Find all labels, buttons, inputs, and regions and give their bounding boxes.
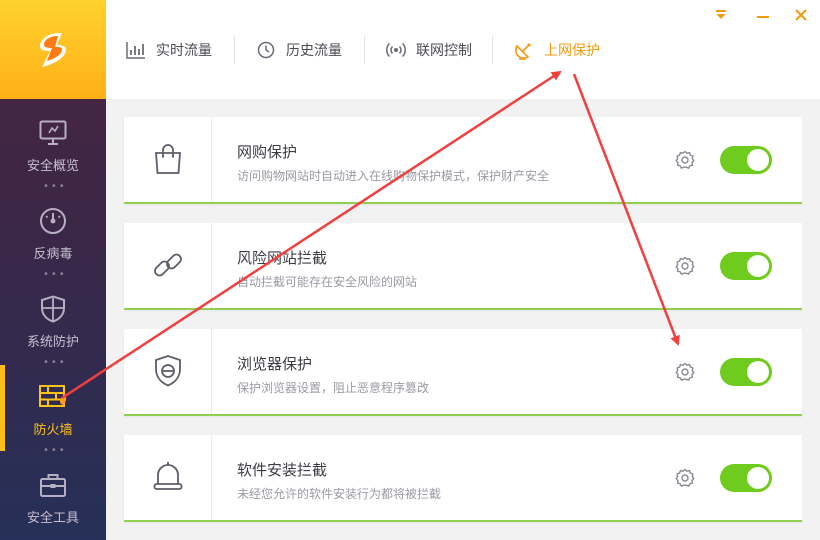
tab-divider <box>492 36 493 64</box>
card-description: 自动拦截可能存在安全风险的网站 <box>237 275 418 289</box>
close-button[interactable] <box>792 6 810 24</box>
sidebar-item-overview[interactable]: 安全概览 <box>0 101 106 185</box>
card-title: 软件安装拦截 <box>237 461 328 479</box>
settings-gear-button[interactable] <box>674 255 696 277</box>
card-divider <box>211 223 212 308</box>
sidebar: 安全概览 ••• 反病毒 ••• 系统防护 ••• 防火墙 ••• 安全工具 <box>0 0 106 540</box>
enable-toggle[interactable] <box>720 252 772 280</box>
toggle-knob <box>747 255 769 277</box>
toolbox-icon <box>37 469 69 501</box>
top-tab-bar: 实时流量 历史流量 联网控制 上网保护 <box>106 0 820 99</box>
sidebar-item-label: 安全工具 <box>26 511 79 526</box>
sidebar-item-firewall[interactable]: 防火墙 <box>0 365 106 451</box>
tab-internet-protection[interactable]: 上网保护 <box>514 38 600 62</box>
tab-label: 联网控制 <box>416 43 472 59</box>
gear-icon <box>675 468 695 487</box>
tab-label: 上网保护 <box>544 43 600 59</box>
card-divider <box>211 117 212 202</box>
card-title: 网购保护 <box>237 143 298 161</box>
tab-divider <box>364 36 365 64</box>
enable-toggle[interactable] <box>720 146 772 174</box>
toggle-knob <box>747 149 769 171</box>
settings-gear-button[interactable] <box>674 149 696 171</box>
sidebar-item-label: 安全概览 <box>26 159 79 174</box>
sidebar-item-antivirus[interactable]: 反病毒 <box>0 189 106 273</box>
chevron-down-icon <box>716 10 726 19</box>
card-description: 保护浏览器设置，阻止恶意程序篡改 <box>237 381 430 395</box>
enable-toggle[interactable] <box>720 358 772 386</box>
close-icon <box>795 9 807 21</box>
card-risky-site-blocking: 风险网站拦截 自动拦截可能存在安全风险的网站 <box>124 223 802 310</box>
gear-icon <box>675 150 695 169</box>
sidebar-item-tools[interactable]: 安全工具 <box>0 453 106 537</box>
minimize-icon <box>757 16 769 18</box>
minimize-button[interactable] <box>754 6 772 24</box>
browser-shield-icon <box>148 351 188 391</box>
gear-icon <box>675 362 695 381</box>
firewall-icon <box>37 381 69 413</box>
card-title: 风险网站拦截 <box>237 249 328 267</box>
bar-chart-icon <box>126 40 146 60</box>
gear-icon <box>675 256 695 275</box>
menu-dropdown-button[interactable] <box>712 6 730 24</box>
enable-toggle[interactable] <box>720 464 772 492</box>
sidebar-item-label: 防火墙 <box>33 423 73 438</box>
card-browser-protection: 浏览器保护 保护浏览器设置，阻止恶意程序篡改 <box>124 329 802 416</box>
tab-network-control[interactable]: 联网控制 <box>386 38 472 62</box>
card-software-install-blocking: 软件安装拦截 未经您允许的软件安装行为都将被拦截 <box>124 435 802 522</box>
clock-icon <box>256 40 276 60</box>
shield-icon <box>37 293 69 325</box>
card-online-shopping-protection: 网购保护 访问购物网站时自动进入在线购物保护模式，保护财产安全 <box>124 117 802 204</box>
logo-icon <box>39 32 67 67</box>
card-description: 访问购物网站时自动进入在线购物保护模式，保护财产安全 <box>237 169 550 183</box>
settings-gear-button[interactable] <box>674 361 696 383</box>
settings-gear-button[interactable] <box>674 467 696 489</box>
toggle-knob <box>747 467 769 489</box>
tab-divider <box>234 36 235 64</box>
card-divider <box>211 435 212 520</box>
sidebar-item-label: 反病毒 <box>33 247 73 262</box>
satellite-dish-icon <box>514 40 534 60</box>
tab-label: 历史流量 <box>286 43 342 59</box>
card-divider <box>211 329 212 414</box>
gauge-icon <box>37 205 69 237</box>
app-logo <box>0 0 106 99</box>
card-description: 未经您允许的软件安装行为都将被拦截 <box>237 487 442 501</box>
card-title: 浏览器保护 <box>237 355 313 373</box>
sidebar-item-system-protection[interactable]: 系统防护 <box>0 277 106 361</box>
bell-icon <box>148 457 188 497</box>
sidebar-item-label: 系统防护 <box>26 335 79 350</box>
shopping-bag-icon <box>148 139 188 179</box>
link-icon <box>148 245 188 285</box>
toggle-knob <box>747 361 769 383</box>
signal-icon <box>386 40 406 60</box>
tab-history-traffic[interactable]: 历史流量 <box>256 38 342 62</box>
monitor-icon <box>37 117 69 149</box>
tab-label: 实时流量 <box>156 43 212 59</box>
tab-realtime-traffic[interactable]: 实时流量 <box>126 38 212 62</box>
